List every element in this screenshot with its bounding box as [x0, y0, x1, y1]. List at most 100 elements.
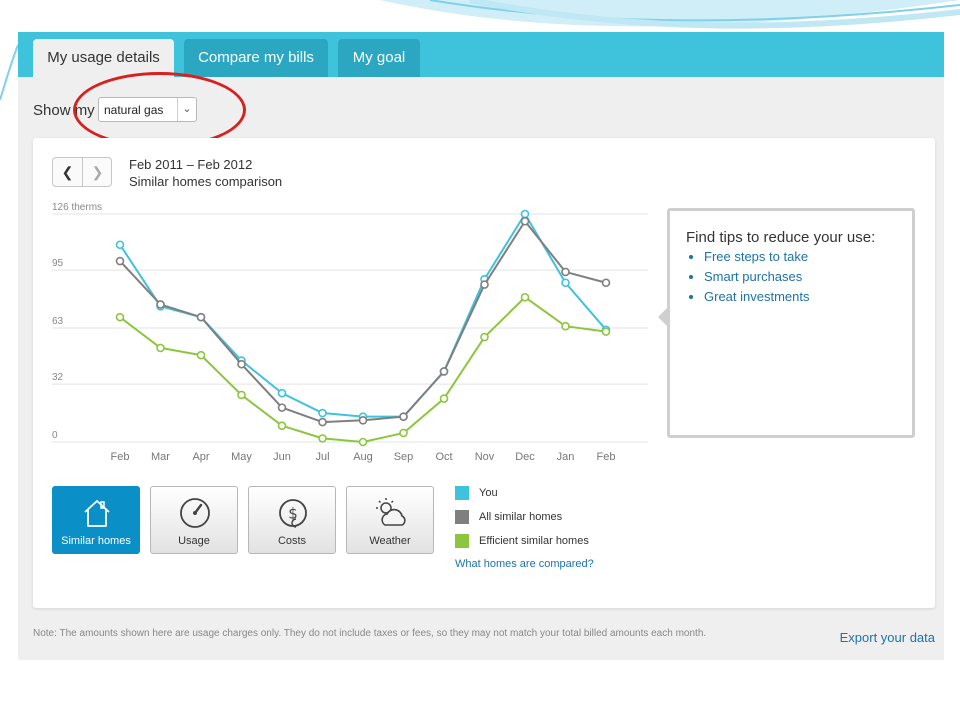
tips-list: Free steps to take Smart purchases Great…: [686, 249, 810, 309]
data-point: [115, 240, 125, 250]
gauge-icon: [180, 498, 210, 528]
data-point: [277, 388, 287, 398]
x-tick-label: Aug: [353, 451, 373, 463]
tip-link-free-steps[interactable]: Free steps to take: [704, 249, 808, 264]
period-range: Feb 2011 – Feb 2012: [129, 157, 253, 172]
x-tick-label: Oct: [435, 451, 452, 463]
data-point: [277, 403, 287, 412]
data-point: [115, 256, 125, 266]
tab-bar: My usage details Compare my bills My goa…: [18, 32, 944, 77]
tip-link-great-investments[interactable]: Great investments: [704, 289, 810, 304]
what-homes-compared-link[interactable]: What homes are compared?: [455, 558, 594, 570]
fuel-type-value: natural gas: [104, 103, 164, 117]
x-tick-label: Apr: [192, 451, 209, 463]
legend-swatch: [455, 534, 469, 548]
data-point: [561, 267, 570, 277]
fuel-type-select[interactable]: natural gas ⌄: [98, 97, 197, 122]
data-point: [399, 428, 408, 438]
next-period-button[interactable]: ❯: [83, 158, 112, 186]
y-tick-label: 95: [52, 258, 64, 269]
data-point: [520, 216, 530, 226]
data-point: [561, 278, 570, 288]
tips-pointer: [658, 308, 667, 326]
data-point: [520, 292, 530, 302]
dollar-coin-icon: $: [279, 499, 307, 528]
legend-label: You: [479, 487, 498, 499]
data-point: [358, 415, 368, 425]
data-point: [156, 300, 165, 309]
y-tick-label: 0: [52, 430, 58, 441]
y-tick-label: 32: [52, 372, 64, 383]
series-line: [119, 220, 607, 424]
data-point: [196, 312, 206, 322]
data-point: [439, 394, 449, 403]
chevron-right-icon: ❯: [91, 164, 104, 180]
legend-swatch: [455, 510, 469, 524]
chevron-down-icon: ⌄: [177, 98, 196, 121]
chart-card: ❮ ❯ Feb 2011 – Feb 2012 Similar homes co…: [33, 138, 935, 608]
x-tick-label: Mar: [151, 451, 170, 463]
x-tick-label: May: [231, 451, 252, 463]
view-usage-button[interactable]: Usage: [150, 486, 238, 554]
tips-list-item: Free steps to take: [704, 249, 810, 264]
tips-list-item: Smart purchases: [704, 269, 810, 284]
view-button-label: Similar homes: [61, 535, 131, 547]
data-point: [237, 359, 246, 369]
house-icon: [84, 500, 110, 527]
legend-swatch: [455, 486, 469, 500]
x-tick-label: Jan: [557, 451, 575, 463]
svg-text:$: $: [288, 505, 298, 523]
x-tick-label: Feb: [597, 451, 616, 463]
data-point: [358, 437, 368, 447]
data-point: [480, 332, 489, 342]
usage-line-chart: 126 therms 95 63 32 0 Feb Mar Apr May Jun Jul Aug Se…: [52, 202, 648, 463]
data-point: [520, 209, 530, 219]
view-button-label: Weather: [369, 535, 411, 547]
view-weather-button[interactable]: Weather: [346, 486, 434, 554]
period-navigator: ❮ ❯: [52, 157, 112, 187]
tab-compare-my-bills[interactable]: Compare my bills: [184, 39, 328, 77]
tips-title: Find tips to reduce your use:: [686, 229, 876, 246]
data-point: [561, 321, 570, 331]
x-tick-label: Jun: [273, 451, 291, 463]
tips-panel: Find tips to reduce your use: Free steps…: [667, 208, 915, 438]
view-button-label: Usage: [178, 535, 210, 547]
data-point: [277, 421, 287, 431]
usage-widget: My usage details Compare my bills My goa…: [18, 32, 944, 660]
x-tick-label: Nov: [475, 451, 495, 463]
x-tick-label: Dec: [515, 451, 535, 463]
tips-list-item: Great investments: [704, 289, 810, 304]
tab-my-goal[interactable]: My goal: [338, 39, 420, 77]
data-point: [601, 327, 611, 336]
x-tick-label: Feb: [111, 451, 130, 463]
data-point: [196, 350, 206, 360]
view-similar-homes-button[interactable]: Similar homes: [52, 486, 140, 554]
show-my-label: Show my: [33, 102, 95, 119]
disclaimer-note: Note: The amounts shown here are usage c…: [33, 628, 707, 639]
data-point: [318, 434, 327, 443]
tab-my-usage-details[interactable]: My usage details: [33, 39, 174, 77]
data-point: [601, 278, 611, 288]
data-point: [399, 412, 408, 421]
view-costs-button[interactable]: $ Costs: [248, 486, 336, 554]
y-tick-label: 63: [52, 316, 64, 327]
data-point: [439, 367, 449, 376]
sun-cloud-icon: [376, 498, 406, 526]
x-tick-label: Jul: [315, 451, 329, 463]
tip-link-smart-purchases[interactable]: Smart purchases: [704, 269, 802, 284]
legend-label: Efficient similar homes: [479, 535, 589, 547]
data-point: [480, 280, 489, 289]
previous-period-button[interactable]: ❮: [53, 158, 83, 186]
legend-label: All similar homes: [479, 511, 563, 523]
data-point: [115, 312, 125, 322]
chart-subtitle: Similar homes comparison: [129, 174, 283, 189]
y-tick-label: 126 therms: [52, 202, 102, 213]
data-point: [318, 408, 327, 418]
export-data-link[interactable]: Export your data: [840, 630, 935, 645]
data-point: [318, 417, 327, 427]
x-tick-label: Sep: [394, 451, 414, 463]
data-point: [156, 343, 165, 353]
chevron-left-icon: ❮: [61, 164, 74, 180]
data-point: [237, 390, 246, 400]
view-button-label: Costs: [277, 535, 307, 547]
